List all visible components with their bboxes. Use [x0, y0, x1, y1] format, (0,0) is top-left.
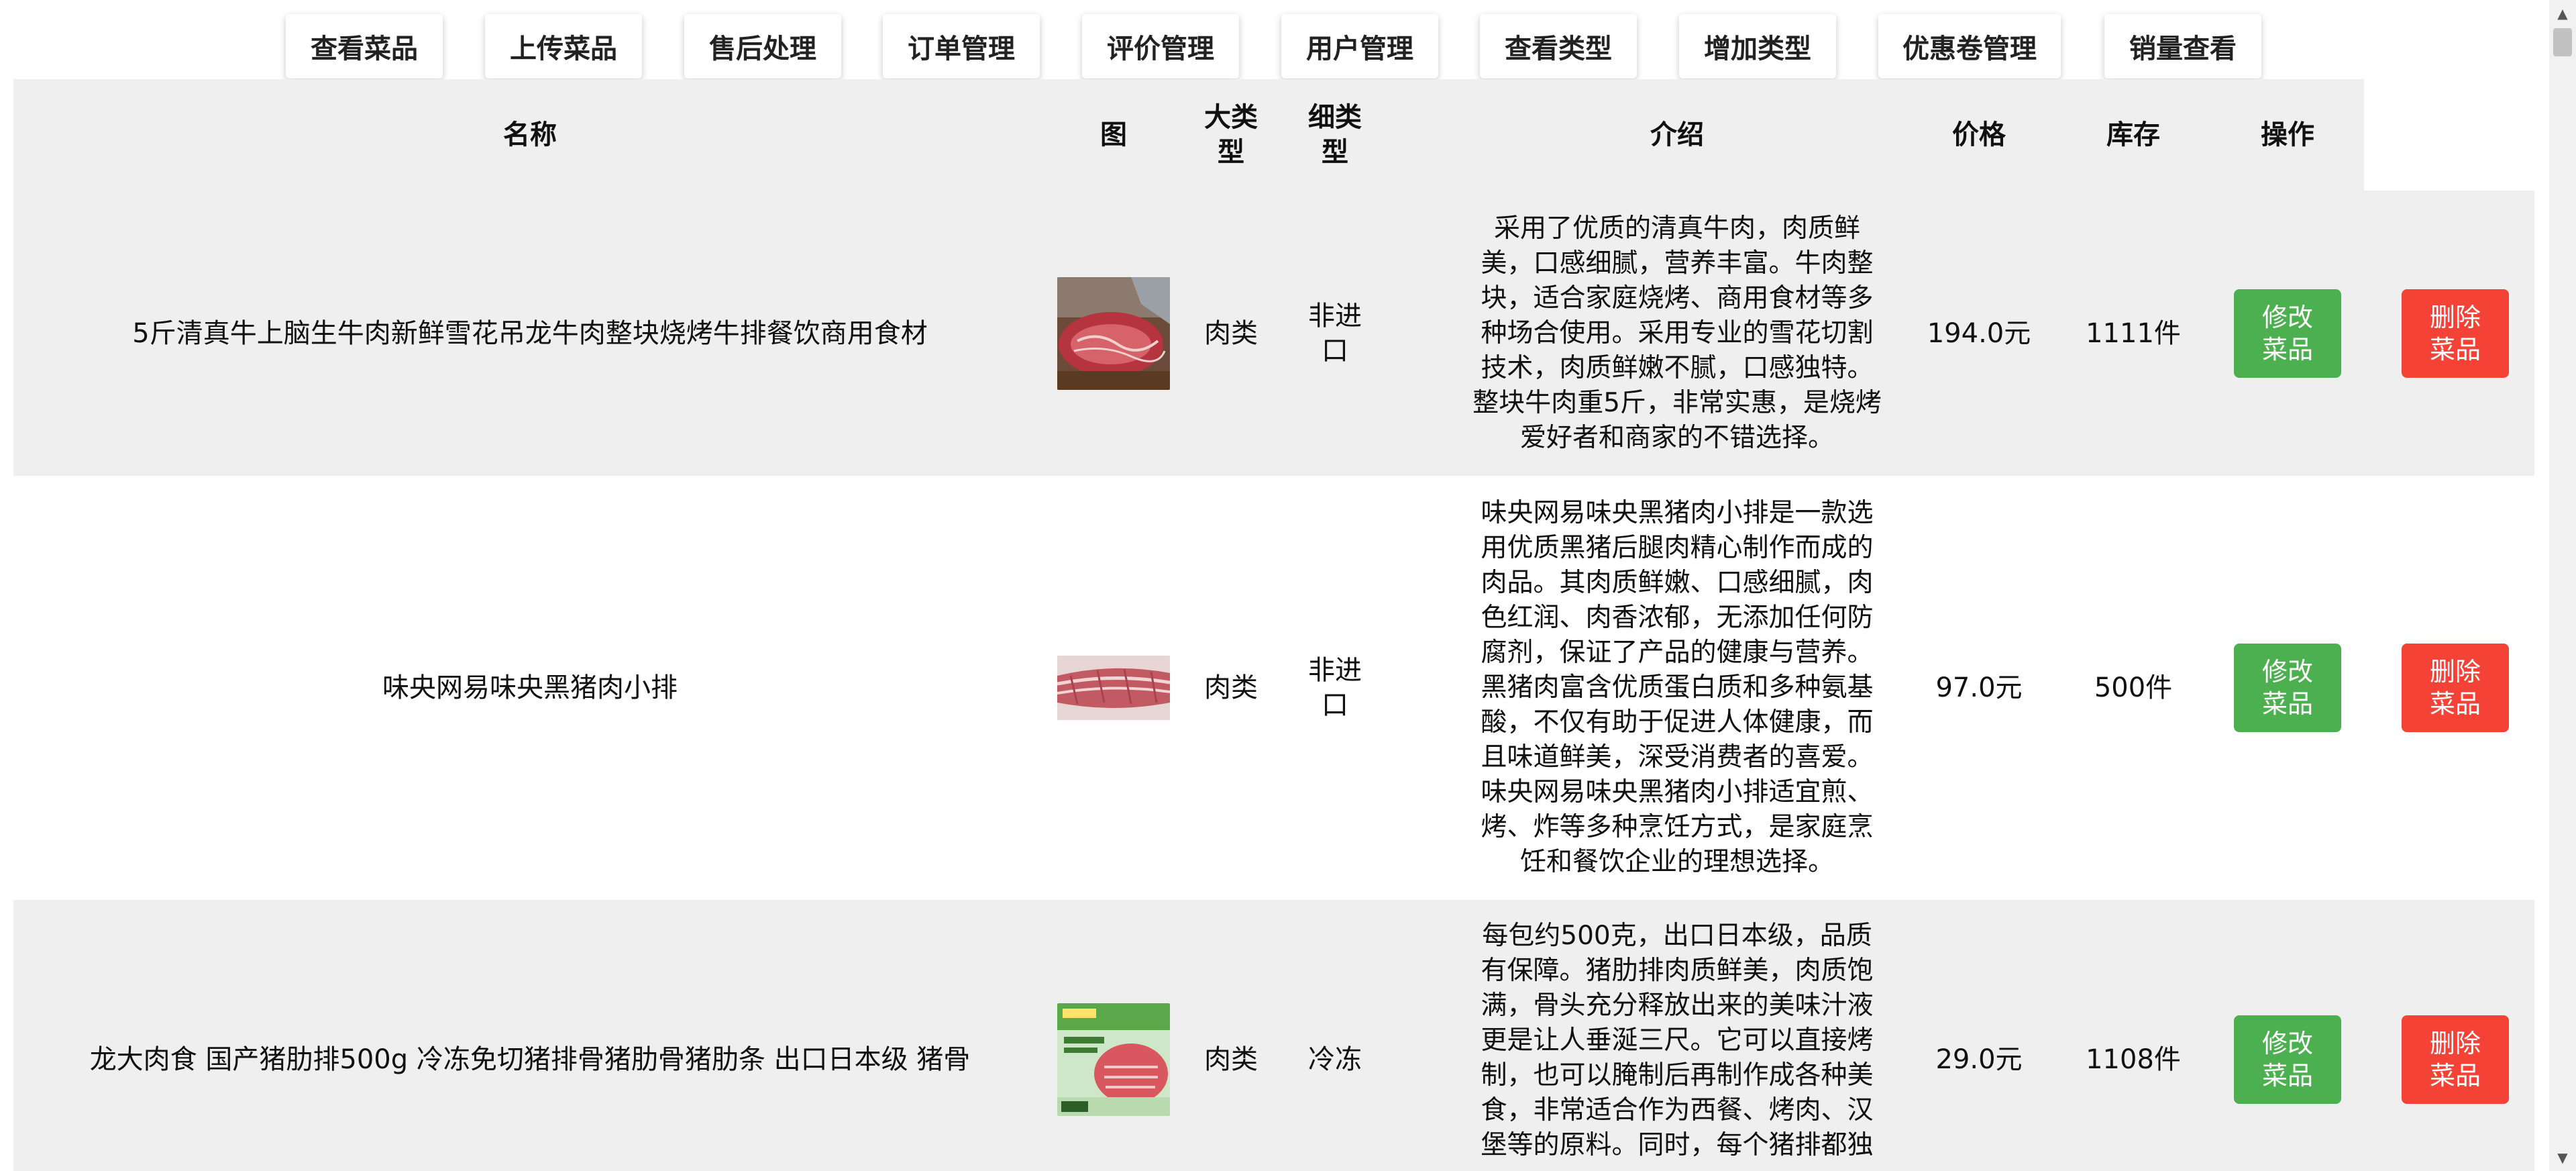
header-stock: 库存 — [2106, 119, 2160, 150]
dish-subcategory: 非进 口 — [1308, 300, 1362, 366]
delete-cell: 删除 菜品 — [2381, 191, 2529, 476]
dish-image — [1046, 191, 1181, 476]
header-description: 介绍 — [1650, 119, 1704, 150]
dish-subcategory: 非进 口 — [1308, 655, 1362, 721]
scroll-up-arrow-icon[interactable]: ▲ — [2549, 0, 2576, 27]
table-row: 5斤清真牛上脑生牛肉新鲜雪花吊龙牛肉整块烧烤牛排餐饮商用食材 肉类 非进 口 采… — [13, 191, 2534, 476]
table-row: 龙大肉食 国产猪肋排500g 冷冻免切猪排骨猪肋骨猪肋条 出口日本级 猪骨 肉类… — [13, 900, 2534, 1171]
dish-image — [1046, 900, 1181, 1171]
scrollbar-thumb[interactable] — [2553, 28, 2572, 56]
scroll-down-arrow-icon[interactable]: ▼ — [2549, 1144, 2576, 1171]
header-category: 大类 型 — [1204, 102, 1258, 168]
header-actions: 操作 — [2261, 119, 2314, 150]
dish-category: 肉类 — [1204, 317, 1258, 349]
dish-name: 味央网易味央黑猪肉小排 — [382, 672, 678, 703]
edit-dish-button[interactable]: 修改 菜品 — [2234, 1015, 2341, 1104]
edit-dish-button[interactable]: 修改 菜品 — [2234, 644, 2341, 732]
header-price: 价格 — [1952, 119, 2006, 150]
nav-orders-button[interactable]: 订单管理 — [883, 14, 1040, 79]
nav-add-type-button[interactable]: 增加类型 — [1679, 14, 1836, 79]
table-row: 味央网易味央黑猪肉小排 肉类 非进 口 味央网易味央黑猪肉小排是一款选 用优质黑… — [13, 476, 2534, 900]
nav-view-dishes-button[interactable]: 查看菜品 — [286, 14, 443, 79]
table-header: 名称 图 大类 型 细类 型 介绍 价格 库存 操作 — [13, 79, 2364, 191]
dish-name: 5斤清真牛上脑生牛肉新鲜雪花吊龙牛肉整块烧烤牛排餐饮商用食材 — [132, 317, 928, 349]
edit-dish-button[interactable]: 修改 菜品 — [2234, 289, 2341, 378]
delete-cell: 删除 菜品 — [2381, 476, 2529, 900]
pork-ribs-photo-icon — [1057, 656, 1170, 720]
header-image: 图 — [1100, 119, 1127, 150]
nav-users-button[interactable]: 用户管理 — [1281, 14, 1438, 79]
dish-stock: 1108件 — [2086, 1044, 2181, 1075]
dish-description: 味央网易味央黑猪肉小排是一款选 用优质黑猪后腿肉精心制作而成的 肉品。其肉质鲜嫩… — [1481, 498, 1874, 877]
dish-description: 每包约500克，出口日本级，品质 有保障。猪肋排肉质鲜美，肉质饱 满，骨头充分释… — [1481, 921, 1874, 1160]
dish-subcategory: 冷冻 — [1308, 1044, 1362, 1075]
nav-upload-dish-button[interactable]: 上传菜品 — [485, 14, 642, 79]
dish-price: 97.0元 — [1935, 672, 2023, 703]
delete-dish-button[interactable]: 删除 菜品 — [2402, 1015, 2509, 1104]
dish-category: 肉类 — [1204, 672, 1258, 703]
dish-price: 194.0元 — [1927, 317, 2031, 349]
dish-image — [1046, 476, 1181, 900]
packaged-ribs-photo-icon — [1057, 1003, 1170, 1116]
vertical-scrollbar[interactable]: ▲ ▼ — [2549, 0, 2576, 1171]
header-subcategory: 细类 型 — [1308, 102, 1362, 168]
nav-after-sales-button[interactable]: 售后处理 — [684, 14, 841, 79]
delete-dish-button[interactable]: 删除 菜品 — [2402, 644, 2509, 732]
dish-price: 29.0元 — [1935, 1044, 2023, 1075]
nav-view-types-button[interactable]: 查看类型 — [1480, 14, 1637, 79]
dish-name: 龙大肉食 国产猪肋排500g 冷冻免切猪排骨猪肋骨猪肋条 出口日本级 猪骨 — [89, 1044, 971, 1075]
edit-cell: 修改 菜品 — [2207, 900, 2368, 1171]
nav-coupons-button[interactable]: 优惠卷管理 — [1878, 14, 2061, 79]
nav-reviews-button[interactable]: 评价管理 — [1082, 14, 1239, 79]
beef-photo-icon — [1057, 276, 1170, 390]
dish-description: 采用了优质的清真牛肉，肉质鲜 美，口感细腻，营养丰富。牛肉整 块，适合家庭烧烤、… — [1472, 213, 1882, 453]
delete-cell: 删除 菜品 — [2381, 900, 2529, 1171]
dish-stock: 1111件 — [2086, 317, 2181, 349]
top-nav: 查看菜品 上传菜品 售后处理 订单管理 评价管理 用户管理 查看类型 增加类型 … — [0, 0, 2549, 79]
delete-dish-button[interactable]: 删除 菜品 — [2402, 289, 2509, 378]
dish-stock: 500件 — [2094, 672, 2173, 703]
edit-cell: 修改 菜品 — [2207, 191, 2368, 476]
header-name: 名称 — [503, 119, 557, 150]
dish-category: 肉类 — [1204, 1044, 1258, 1075]
edit-cell: 修改 菜品 — [2207, 476, 2368, 900]
nav-sales-button[interactable]: 销量查看 — [2104, 14, 2261, 79]
